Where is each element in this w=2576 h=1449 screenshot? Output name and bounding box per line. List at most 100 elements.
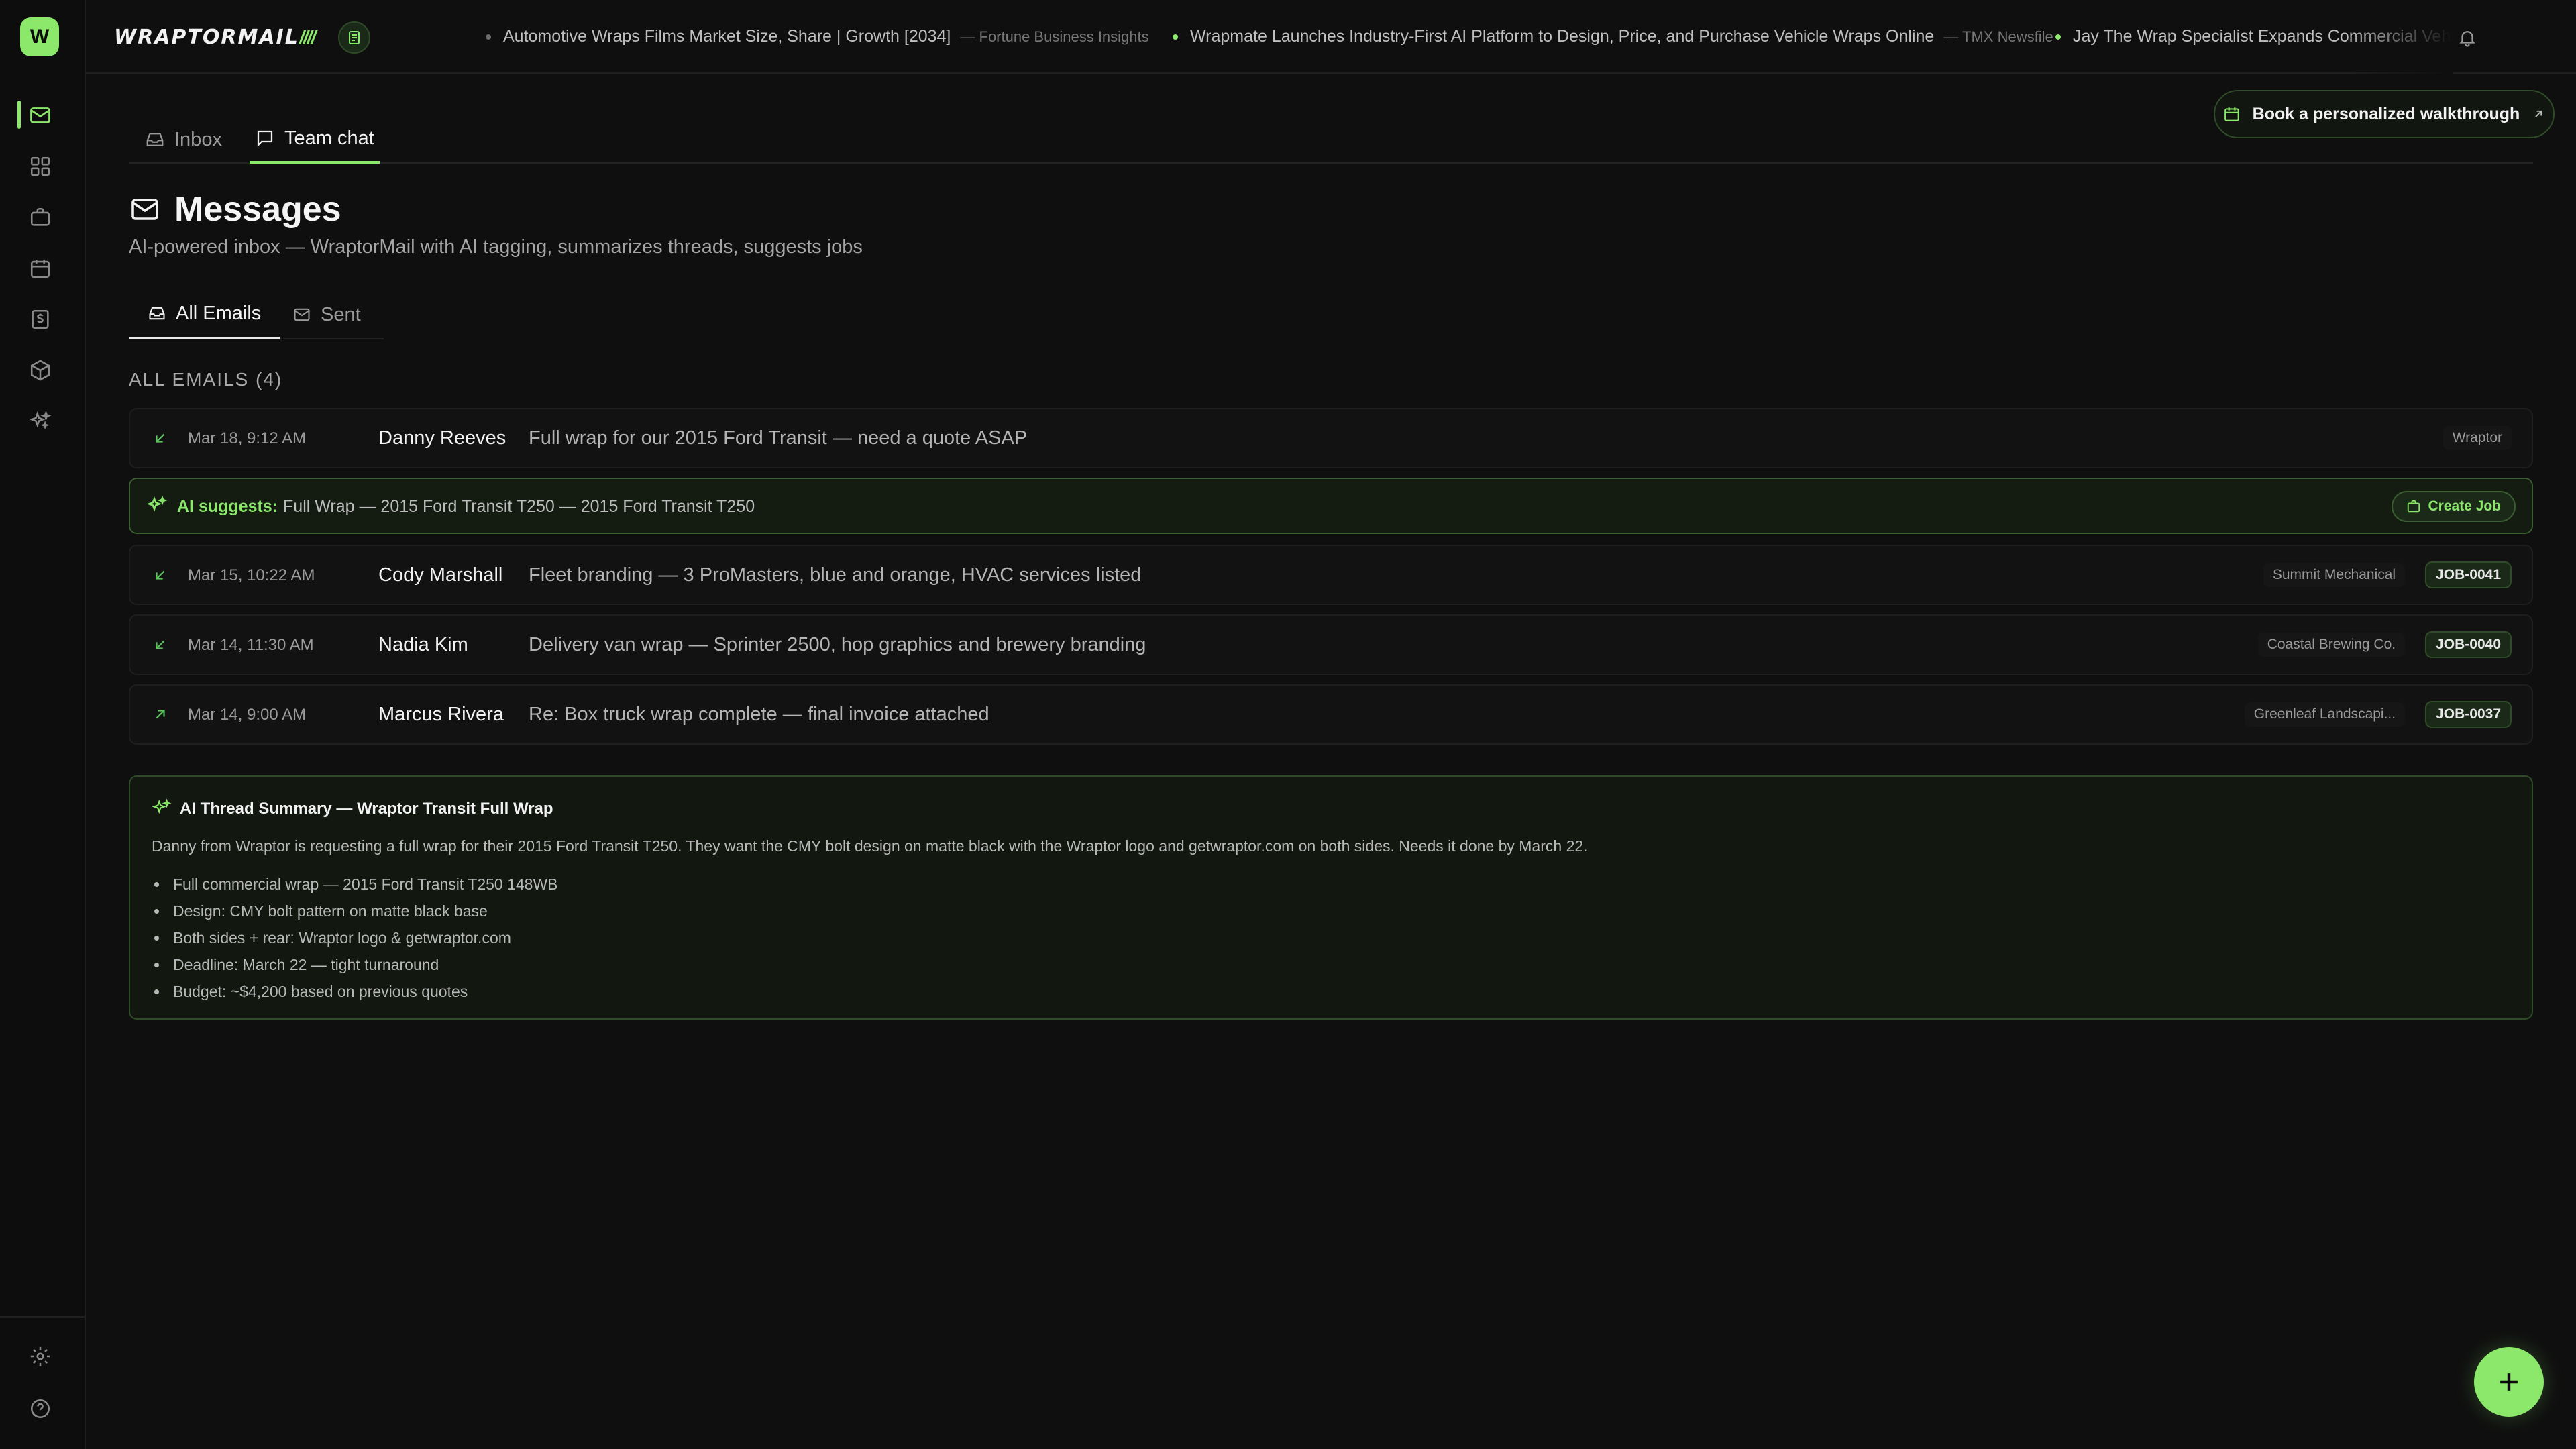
email-date: Mar 15, 10:22 AM <box>188 566 315 584</box>
tab-team-chat[interactable]: Team chat <box>250 115 380 164</box>
tab-label: Sent <box>321 303 361 325</box>
company-tag: Coastal Brewing Co. <box>2257 633 2406 657</box>
tab-label: Inbox <box>174 128 222 150</box>
sidebar: W <box>0 0 86 1449</box>
email-sender: Danny Reeves <box>378 427 506 449</box>
email-row[interactable]: Mar 14, 11:30 AM Nadia Kim Delivery van … <box>129 614 2533 675</box>
ticker-item[interactable]: Automotive Wraps Films Market Size, Shar… <box>486 27 1149 46</box>
ai-thread-summary: AI Thread Summary — Wraptor Transit Full… <box>129 775 2533 1020</box>
ticker-source: — Fortune Business Insights <box>960 28 1149 45</box>
email-subject: Re: Box truck wrap complete — final invo… <box>529 704 989 725</box>
compose-button[interactable] <box>2474 1347 2544 1417</box>
ai-suggestion-banner: AI suggests: Full Wrap — 2015 Ford Transi… <box>129 478 2533 534</box>
ticker-dot <box>1173 34 1178 40</box>
ticker-headline: Automotive Wraps Films Market Size, Shar… <box>503 27 951 46</box>
email-date: Mar 14, 9:00 AM <box>188 706 307 724</box>
chat-icon <box>257 130 273 147</box>
app-logo[interactable]: W <box>20 17 59 56</box>
ticker-dot <box>2055 34 2061 40</box>
email-date: Mar 14, 11:30 AM <box>188 636 314 654</box>
brand-stripes: //// <box>299 27 316 48</box>
ticker-headline: Wrapmate Launches Industry-First AI Plat… <box>1190 27 1935 46</box>
notifications-button[interactable] <box>2451 21 2483 54</box>
mail-icon <box>129 193 161 225</box>
sidebar-item-mail[interactable] <box>24 99 56 131</box>
package-icon <box>30 360 50 381</box>
job-badge[interactable]: JOB-0040 <box>2425 631 2512 658</box>
sidebar-item-inventory[interactable] <box>24 354 56 386</box>
page-title: Messages <box>174 190 341 229</box>
summary-bullet: Design: CMY bolt pattern on matte black … <box>152 898 558 924</box>
calendar-icon <box>30 260 50 278</box>
summary-bullets: Full commercial wrap — 2015 Ford Transit… <box>152 871 558 1005</box>
walkthrough-label: Book a personalized walkthrough <box>2252 104 2520 123</box>
newspaper-icon[interactable] <box>338 21 370 54</box>
sparkles-icon <box>29 410 52 429</box>
summary-bullet: Both sides + rear: Wraptor logo & getwra… <box>152 924 558 951</box>
email-subject: Fleet branding — 3 ProMasters, blue and … <box>529 564 1142 586</box>
mail-icon <box>294 308 310 321</box>
inbox-icon <box>149 307 165 320</box>
email-sender: Marcus Rivera <box>378 704 504 725</box>
email-row[interactable]: Mar 14, 9:00 AM Marcus Rivera Re: Box tr… <box>129 684 2533 745</box>
email-subject: Delivery van wrap — Sprinter 2500, hop g… <box>529 634 1146 655</box>
incoming-arrow-icon <box>153 431 168 445</box>
mail-icon <box>30 107 50 123</box>
sidebar-item-settings[interactable] <box>24 1340 56 1373</box>
tab-inbox[interactable]: Inbox <box>140 115 227 164</box>
company-tag: Summit Mechanical <box>2263 563 2406 587</box>
brand-wordmark[interactable]: WRAPTORMAIL <box>114 25 299 49</box>
briefcase-icon <box>2408 500 2420 513</box>
email-row[interactable]: Mar 15, 10:22 AM Cody Marshall Fleet bra… <box>129 545 2533 605</box>
ticker-item[interactable]: Wrapmate Launches Industry-First AI Plat… <box>1173 27 2053 46</box>
email-date: Mar 18, 9:12 AM <box>188 429 307 447</box>
settings-icon <box>30 1346 50 1366</box>
create-job-button[interactable]: Create Job <box>2392 491 2516 522</box>
email-subject: Full wrap for our 2015 Ford Transit — ne… <box>529 427 1028 449</box>
plus-icon <box>2500 1373 2518 1391</box>
email-sender: Nadia Kim <box>378 634 468 655</box>
summary-bullet: Deadline: March 22 — tight turnaround <box>152 951 558 978</box>
summary-bullet: Full commercial wrap — 2015 Ford Transit… <box>152 871 558 898</box>
sparkles-icon <box>152 798 172 818</box>
tab-label: Team chat <box>284 127 374 149</box>
job-badge[interactable]: JOB-0041 <box>2425 561 2512 588</box>
ticker-source: — TMX Newsfile <box>1943 28 2053 45</box>
summary-bullet: Budget: ~$4,200 based on previous quotes <box>152 978 558 1005</box>
sparkles-icon <box>146 495 168 517</box>
page-subtitle: AI-powered inbox — WraptorMail with AI t… <box>129 236 863 258</box>
email-sender: Cody Marshall <box>378 564 503 586</box>
incoming-arrow-icon <box>153 568 168 582</box>
calendar-icon <box>2224 107 2239 121</box>
briefcase-icon <box>30 207 50 226</box>
company-tag: Wraptor <box>2443 426 2512 450</box>
summary-title: AI Thread Summary — Wraptor Transit Full… <box>180 800 553 818</box>
ticker-dot <box>486 34 491 40</box>
sidebar-item-dashboard[interactable] <box>24 150 56 182</box>
sidebar-active-indicator <box>17 101 21 129</box>
tab-all-emails[interactable]: All Emails <box>129 290 280 339</box>
bell-icon <box>2459 31 2475 47</box>
ai-suggestion-label: AI suggests: <box>177 497 278 516</box>
ticker-fade <box>2345 0 2453 74</box>
help-icon <box>30 1399 50 1419</box>
company-tag: Greenleaf Landscapi... <box>2244 702 2406 727</box>
sidebar-item-invoices[interactable] <box>24 303 56 335</box>
inbox-icon <box>146 133 164 146</box>
book-walkthrough-button[interactable]: Book a personalized walkthrough <box>2214 90 2555 138</box>
invoice-icon <box>32 309 49 329</box>
sidebar-item-jobs[interactable] <box>24 201 56 233</box>
sidebar-item-ai[interactable] <box>24 405 56 437</box>
sidebar-item-calendar[interactable] <box>24 252 56 284</box>
email-row[interactable]: Mar 18, 9:12 AM Danny Reeves Full wrap f… <box>129 408 2533 468</box>
external-link-icon <box>2535 110 2542 117</box>
tab-sent[interactable]: Sent <box>274 290 380 339</box>
top-bar: WRAPTORMAIL //// Automotive Wraps Films … <box>86 0 2576 74</box>
summary-body: Danny from Wraptor is requesting a full … <box>152 837 1588 855</box>
incoming-arrow-icon <box>153 637 168 652</box>
job-badge[interactable]: JOB-0037 <box>2425 701 2512 728</box>
ai-suggestion-value: Full Wrap — 2015 Ford Transit T250 — 201… <box>283 497 755 516</box>
sidebar-item-help[interactable] <box>24 1393 56 1425</box>
ai-suggestion-text: AI suggests: Full Wrap — 2015 Ford Transi… <box>177 497 755 517</box>
create-job-label: Create Job <box>2428 498 2501 514</box>
